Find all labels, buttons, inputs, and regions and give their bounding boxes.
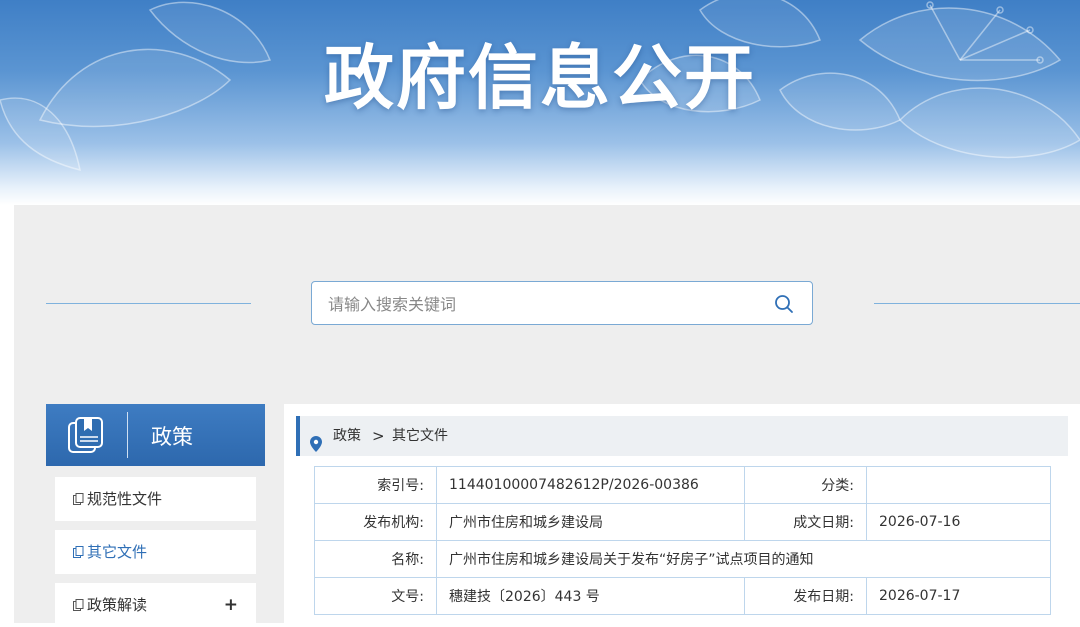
table-row: 发布机构: 广州市住房和城乡建设局 成文日期: 2026-07-16: [314, 503, 1051, 541]
search-icon[interactable]: [774, 294, 794, 314]
table-row: 文号: 穗建技〔2026〕443 号 发布日期: 2026-07-17: [314, 577, 1051, 615]
breadcrumb: 政策 > 其它文件: [296, 416, 1068, 456]
doc-number-value: 穗建技〔2026〕443 号: [436, 577, 745, 615]
sidebar-item-other-docs[interactable]: 其它文件: [55, 530, 256, 574]
index-value: 11440100007482612P/2026-00386: [436, 466, 745, 504]
main-content: 政策 > 其它文件 索引号: 11440100007482612P/2026-0…: [284, 404, 1080, 623]
sidebar-item-policy-interpretation[interactable]: 政策解读 +: [55, 583, 256, 627]
search-input[interactable]: [326, 282, 760, 326]
sidebar-header-divider: [127, 412, 128, 458]
created-date-label: 成文日期:: [744, 503, 867, 541]
doc-number-label: 文号:: [314, 577, 437, 615]
sidebar-item-label: 政策解读: [87, 596, 148, 614]
book-icon: [66, 415, 106, 455]
breadcrumb-other-docs-link[interactable]: 其它文件: [392, 416, 448, 456]
breadcrumb-separator: >: [372, 427, 385, 445]
publisher-label: 发布机构:: [314, 503, 437, 541]
document-info-table: 索引号: 11440100007482612P/2026-00386 分类: 发…: [314, 466, 1051, 615]
index-label: 索引号:: [314, 466, 437, 504]
category-label: 分类:: [744, 466, 867, 504]
category-value: [866, 466, 1051, 504]
page-title: 政府信息公开: [324, 37, 756, 119]
published-date-label: 发布日期:: [744, 577, 867, 615]
search-bar: [311, 281, 813, 326]
table-row: 索引号: 11440100007482612P/2026-00386 分类:: [314, 466, 1051, 504]
document-icon: [73, 493, 84, 505]
content-panel: 政策 规范性文件 其它文件 政策解读 + 政策 >: [14, 205, 1080, 627]
location-pin-icon: [310, 428, 322, 452]
sidebar-item-normative-docs[interactable]: 规范性文件: [55, 477, 256, 521]
published-date-value: 2026-07-17: [866, 577, 1051, 615]
expand-plus-icon[interactable]: +: [224, 583, 238, 627]
document-icon: [73, 546, 84, 558]
sidebar-item-label: 规范性文件: [87, 490, 163, 508]
breadcrumb-policy-link[interactable]: 政策: [333, 416, 361, 456]
publisher-value: 广州市住房和城乡建设局: [436, 503, 745, 541]
name-value: 广州市住房和城乡建设局关于发布“好房子”试点项目的通知: [436, 540, 1051, 578]
created-date-value: 2026-07-16: [866, 503, 1051, 541]
sidebar-title: 政策: [151, 425, 193, 449]
sidebar-header: 政策: [46, 404, 265, 466]
sidebar-item-label: 其它文件: [87, 543, 148, 561]
table-row: 名称: 广州市住房和城乡建设局关于发布“好房子”试点项目的通知: [314, 540, 1051, 578]
search-divider-right: [874, 303, 1080, 304]
document-icon: [73, 599, 84, 611]
header-banner: 政府信息公开: [0, 0, 1080, 205]
name-label: 名称:: [314, 540, 437, 578]
search-divider-left: [46, 303, 251, 304]
